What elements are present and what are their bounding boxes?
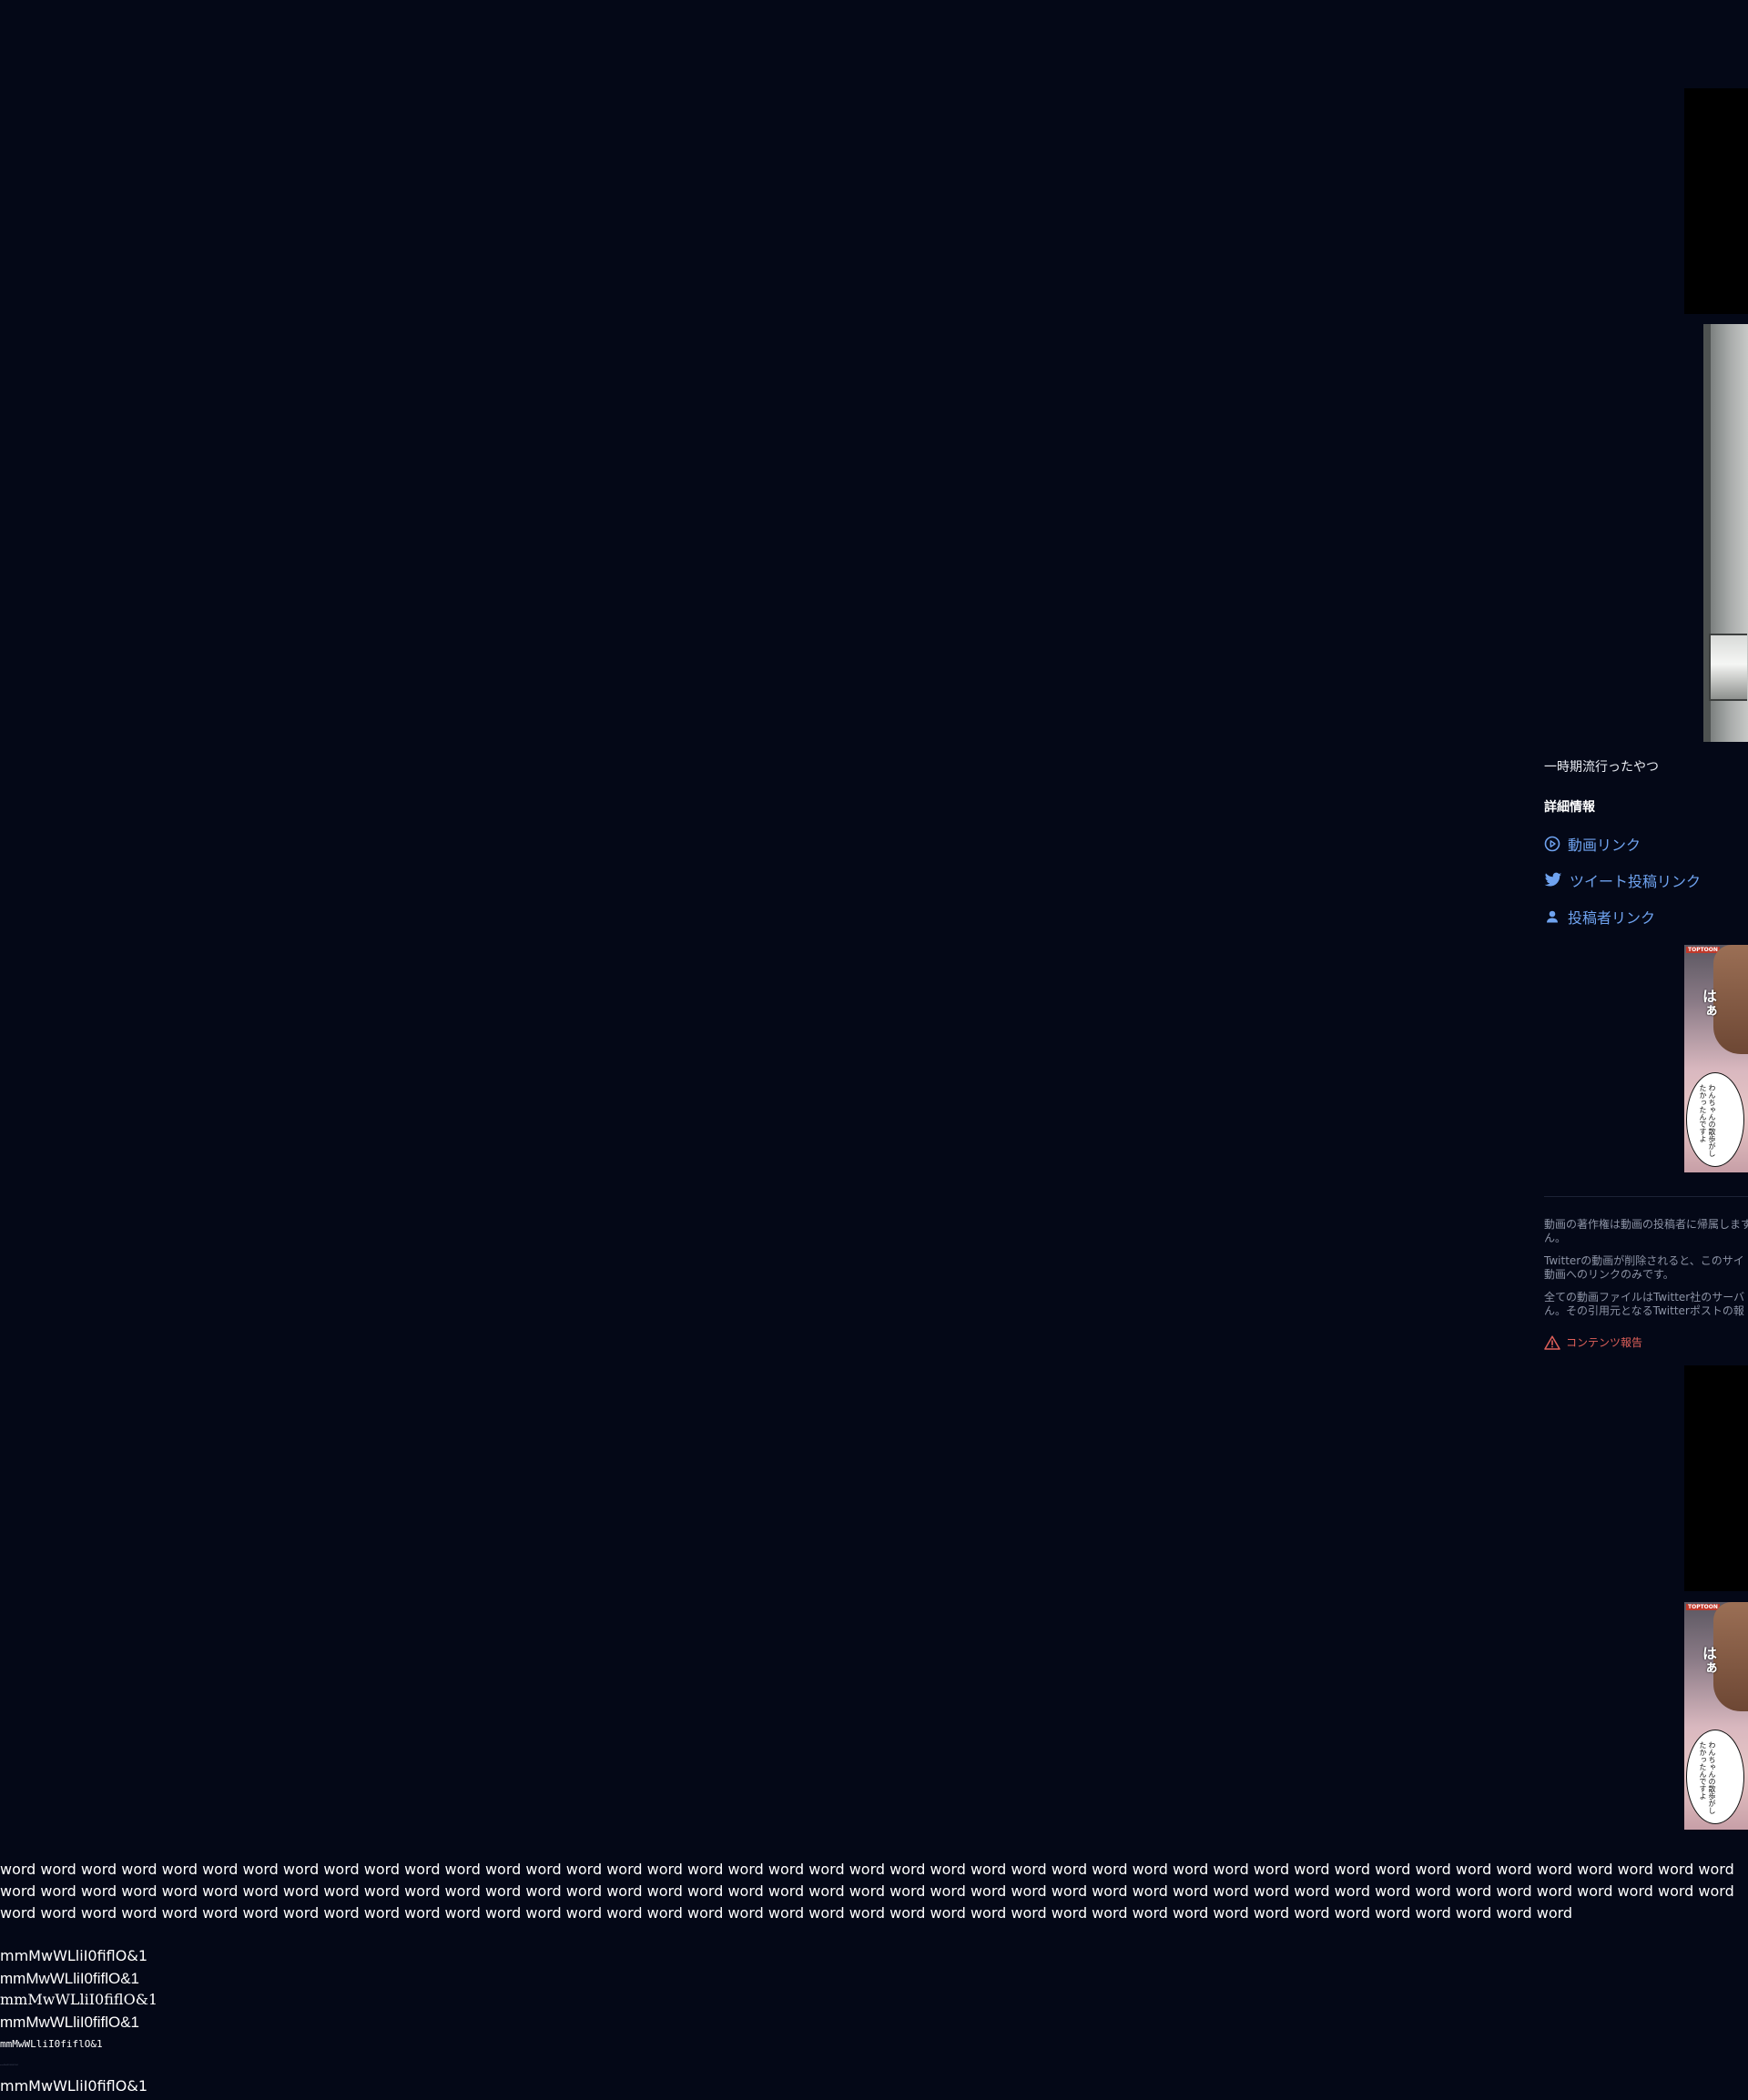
tweet-link-label: ツイート投稿リンク	[1570, 873, 1702, 890]
video-player-secondary[interactable]	[1684, 1365, 1748, 1591]
copyright-note-line: ん。	[1544, 1232, 1567, 1244]
deletion-note-line: 動画へのリンクのみです。	[1544, 1268, 1674, 1281]
copyright-note: 動画の著作権は動画の投稿者に帰属します ん。	[1544, 1218, 1748, 1245]
ad-bubble-text: わんちゃんの散歩がしたかったんですよ	[1699, 1084, 1716, 1157]
ad-brand-logo: TOPTOON	[1686, 947, 1720, 953]
user-icon	[1547, 910, 1558, 923]
poster-link[interactable]: 投稿者リンク	[1544, 906, 1655, 928]
font-sample-serif: mmMwWLliI0fiflO&1	[0, 1991, 158, 2008]
video-link-label: 動画リンク	[1568, 837, 1641, 854]
details-heading: 詳細情報	[1544, 800, 1595, 815]
deletion-note: Twitterの動画が削除されると、このサイ 動画へのリンクのみです。	[1544, 1254, 1744, 1282]
hosting-note-line: 全ての動画ファイルはTwitter社のサーバ	[1544, 1291, 1745, 1304]
font-sample-sans: mmMwWLliI0fiflO&1	[0, 1947, 147, 1964]
ad-banner[interactable]: TOPTOON はぁ わんちゃんの散歩がしたかったんですよ	[1684, 945, 1748, 1172]
footer-divider	[1544, 1196, 1748, 1197]
poster-link-label: 投稿者リンク	[1568, 909, 1656, 927]
video-player[interactable]	[1684, 88, 1748, 314]
ad-brand-logo: TOPTOON	[1686, 1604, 1720, 1610]
deletion-note-line: Twitterの動画が削除されると、このサイ	[1544, 1254, 1744, 1267]
play-circle-icon	[1544, 836, 1560, 852]
ad-sfx-text: はぁ	[1700, 989, 1717, 1018]
video-thumbnail[interactable]	[1703, 324, 1748, 742]
ad-bubble-text: わんちゃんの散歩がしたかったんですよ	[1699, 1741, 1716, 1814]
font-sample-liberation-sans: mmMwWLliI0fiflO&1	[0, 1970, 140, 1987]
font-sample-sans-last: mmMwWLliI0fiflO&1	[0, 2077, 147, 2095]
content-report-link[interactable]: コンテンツ報告	[1544, 1334, 1642, 1350]
ad-speech-bubble: わんちゃんの散歩がしたかったんですよ	[1686, 1072, 1744, 1167]
ad-banner-secondary[interactable]: TOPTOON はぁ わんちゃんの散歩がしたかったんですよ	[1684, 1602, 1748, 1830]
font-test-paragraph: word word word word word word word word …	[0, 1861, 1734, 1922]
post-caption: 一時期流行ったやつ	[1544, 760, 1659, 775]
font-sample-mono: mmMwWLliI0fiflO&1	[0, 2038, 103, 2050]
ad-sfx-text: はぁ	[1700, 1646, 1717, 1675]
copyright-note-line: 動画の著作権は動画の投稿者に帰属します	[1544, 1218, 1748, 1231]
tweet-link[interactable]: ツイート投稿リンク	[1544, 869, 1701, 891]
ad-speech-bubble: わんちゃんの散歩がしたかったんですよ	[1686, 1730, 1744, 1824]
content-report-label: コンテンツ報告	[1566, 1336, 1643, 1349]
font-sample-tiny: mmMwWLliI0fiflO&1	[0, 2064, 19, 2066]
warning-icon	[1544, 1334, 1560, 1350]
light-fixture	[1709, 634, 1747, 701]
hosting-note-line: ん。その引用元となるTwitterポストの報	[1544, 1304, 1744, 1317]
twitter-bird-icon	[1544, 872, 1562, 887]
hosting-note: 全ての動画ファイルはTwitter社のサーバ ん。その引用元となるTwitter…	[1544, 1291, 1744, 1318]
video-link[interactable]: 動画リンク	[1544, 833, 1641, 855]
font-sample-liberation-sans-2: mmMwWLliI0fiflO&1	[0, 2014, 140, 2031]
